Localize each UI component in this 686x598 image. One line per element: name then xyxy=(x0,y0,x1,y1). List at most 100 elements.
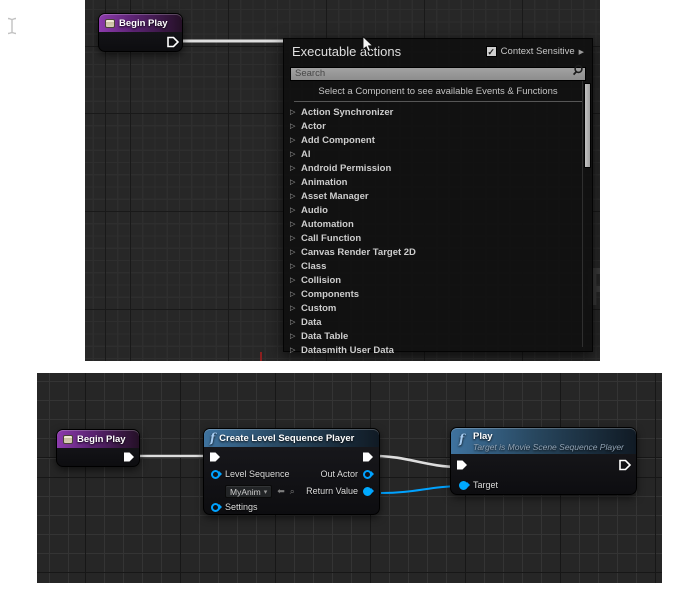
expander-icon[interactable]: ▷ xyxy=(290,108,297,116)
node-begin-play[interactable]: Begin Play xyxy=(98,13,183,52)
menu-category[interactable]: ▷ Components xyxy=(290,287,592,301)
menu-category-label: Call Function xyxy=(301,233,361,244)
menu-category-label: Collision xyxy=(301,275,341,286)
level-sequence-default-row: MyAnim ▾ ⬅ ⌕ xyxy=(225,485,295,498)
expander-icon[interactable]: ▷ xyxy=(290,318,297,326)
menu-category[interactable]: ▷ Action Synchronizer xyxy=(290,105,592,119)
menu-category[interactable]: ▷ Asset Manager xyxy=(290,189,592,203)
executable-actions-menu: Executable actions ✓ Context Sensitive ▶… xyxy=(283,38,593,352)
node-create-level-sequence-player[interactable]: f Create Level Sequence Player Level Seq… xyxy=(203,428,380,515)
graph-origin-marker xyxy=(260,352,262,361)
expander-icon[interactable]: ▷ xyxy=(290,234,297,242)
expander-icon[interactable]: ▷ xyxy=(290,332,297,340)
expander-icon[interactable]: ▷ xyxy=(290,164,297,172)
expander-icon[interactable]: ▷ xyxy=(290,248,297,256)
node-header: f Create Level Sequence Player xyxy=(204,429,379,447)
menu-category[interactable]: ▷ AI xyxy=(290,147,592,161)
node-title: Begin Play xyxy=(77,434,126,445)
object-pin-icon[interactable] xyxy=(363,470,372,479)
object-pin-connected-icon[interactable] xyxy=(459,481,468,490)
search-input[interactable] xyxy=(290,67,586,81)
expander-icon[interactable]: ▷ xyxy=(290,178,297,186)
expander-icon[interactable]: ▷ xyxy=(290,276,297,284)
node-title: Create Level Sequence Player xyxy=(219,433,354,444)
menu-category-label: Datasmith User Data xyxy=(301,345,394,356)
menu-category[interactable]: ▷ Android Permission xyxy=(290,161,592,175)
menu-category-label: Action Synchronizer xyxy=(301,107,393,118)
function-icon: f xyxy=(210,432,215,444)
node-begin-play[interactable]: Begin Play xyxy=(56,429,140,467)
menu-category-label: Animation xyxy=(301,177,347,188)
menu-category[interactable]: ▷ Audio xyxy=(290,203,592,217)
expander-icon[interactable]: ▷ xyxy=(290,220,297,228)
menu-category[interactable]: ▷ Data Table xyxy=(290,329,592,343)
expander-icon[interactable]: ▷ xyxy=(290,290,297,298)
node-header: f Play Target is Movie Scene Sequence Pl… xyxy=(451,428,636,454)
browse-asset-icon[interactable]: ⌕ xyxy=(290,487,295,496)
node-title: Begin Play xyxy=(119,18,168,29)
menu-category-label: Class xyxy=(301,261,326,272)
pin-settings[interactable]: Settings xyxy=(211,502,258,512)
object-pin-connected-icon[interactable] xyxy=(363,487,372,496)
menu-category[interactable]: ▷ Data xyxy=(290,315,592,329)
menu-category[interactable]: ▷ Animation xyxy=(290,175,592,189)
exec-output-pin[interactable] xyxy=(123,451,135,463)
exec-output-pin[interactable] xyxy=(619,459,631,471)
asset-dropdown[interactable]: MyAnim ▾ xyxy=(225,485,272,498)
expander-icon[interactable]: ▷ xyxy=(290,206,297,214)
category-list: ▷ Action Synchronizer ▷ Actor ▷ Add Comp… xyxy=(284,102,592,357)
menu-scrollbar-track[interactable] xyxy=(582,81,590,347)
object-pin-icon[interactable] xyxy=(211,470,220,479)
menu-category-label: Add Component xyxy=(301,135,375,146)
exec-input-pin[interactable] xyxy=(209,451,221,463)
event-icon xyxy=(63,435,73,444)
menu-category-label: Audio xyxy=(301,205,328,216)
context-sensitive-label: Context Sensitive xyxy=(501,46,575,57)
blueprint-graph-bottom[interactable]: Begin Play f Create Level Sequence Playe… xyxy=(37,373,662,583)
blueprint-graph-top[interactable]: Pl Begin Play Executable actions ✓ Conte… xyxy=(85,0,600,361)
expander-icon[interactable]: ▷ xyxy=(290,136,297,144)
pin-return-value[interactable]: Return Value xyxy=(306,486,372,496)
expander-icon[interactable]: ▷ xyxy=(290,122,297,130)
struct-pin-icon[interactable] xyxy=(211,503,220,512)
menu-category-label: Data xyxy=(301,317,322,328)
node-title: Play xyxy=(473,431,493,442)
menu-category[interactable]: ▷ Datasmith User Data xyxy=(290,343,592,357)
menu-category[interactable]: ▷ Call Function xyxy=(290,231,592,245)
pin-level-sequence[interactable]: Level Sequence xyxy=(211,469,290,479)
submenu-arrow-icon[interactable]: ▶ xyxy=(579,48,584,56)
use-selected-asset-icon[interactable]: ⬅ xyxy=(277,487,285,496)
menu-category[interactable]: ▷ Custom xyxy=(290,301,592,315)
menu-category-label: Data Table xyxy=(301,331,348,342)
menu-category-label: Asset Manager xyxy=(301,191,369,202)
exec-input-pin[interactable] xyxy=(456,459,468,471)
menu-category[interactable]: ▷ Add Component xyxy=(290,133,592,147)
expander-icon[interactable]: ▷ xyxy=(290,304,297,312)
menu-category[interactable]: ▷ Automation xyxy=(290,217,592,231)
menu-category-label: Automation xyxy=(301,219,354,230)
expander-icon[interactable]: ▷ xyxy=(290,192,297,200)
function-icon: f xyxy=(459,433,464,445)
checkbox-checked-icon[interactable]: ✓ xyxy=(486,46,497,57)
exec-output-pin[interactable] xyxy=(362,451,374,463)
pin-out-actor[interactable]: Out Actor xyxy=(320,469,372,479)
chevron-down-icon: ▾ xyxy=(264,488,268,496)
expander-icon[interactable]: ▷ xyxy=(290,346,297,354)
menu-title: Executable actions xyxy=(292,44,401,59)
menu-category-label: Actor xyxy=(301,121,326,132)
search-icon xyxy=(572,64,584,76)
pin-target[interactable]: Target xyxy=(459,480,498,490)
node-header: Begin Play xyxy=(57,430,139,448)
ibeam-cursor-icon xyxy=(6,17,18,35)
expander-icon[interactable]: ▷ xyxy=(290,262,297,270)
node-subtitle: Target is Movie Scene Sequence Player xyxy=(473,442,624,452)
menu-scrollbar-thumb[interactable] xyxy=(584,83,591,168)
menu-category[interactable]: ▷ Class xyxy=(290,259,592,273)
expander-icon[interactable]: ▷ xyxy=(290,150,297,158)
menu-category[interactable]: ▷ Collision xyxy=(290,273,592,287)
node-play[interactable]: f Play Target is Movie Scene Sequence Pl… xyxy=(450,427,637,495)
menu-category[interactable]: ▷ Canvas Render Target 2D xyxy=(290,245,592,259)
exec-output-pin[interactable] xyxy=(167,36,179,48)
menu-category[interactable]: ▷ Actor xyxy=(290,119,592,133)
context-sensitive-toggle[interactable]: ✓ Context Sensitive ▶ xyxy=(486,46,584,57)
